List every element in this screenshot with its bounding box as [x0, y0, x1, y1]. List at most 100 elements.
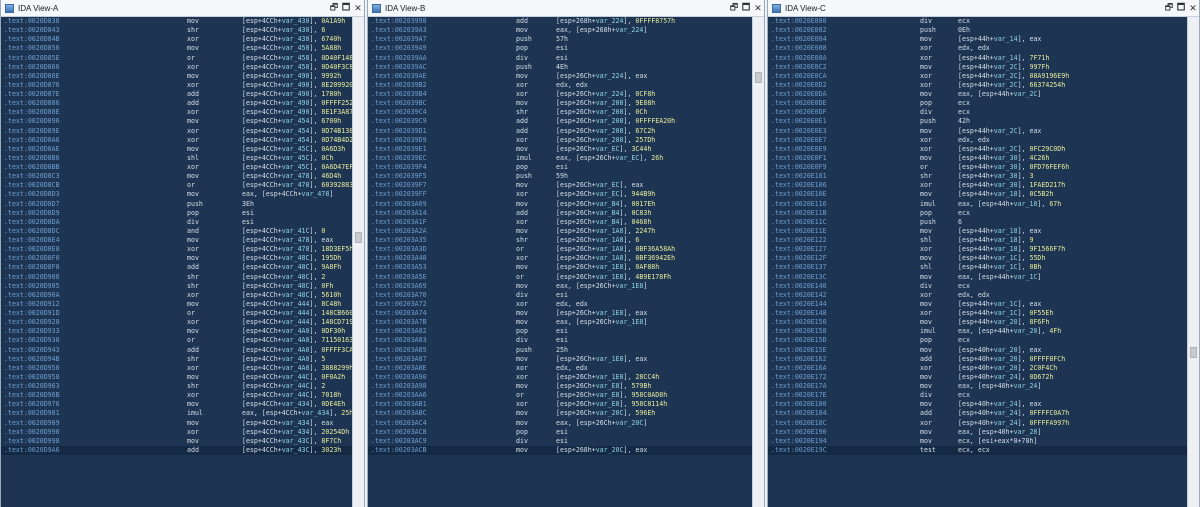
code-line[interactable]: .text:0020E0CA xor [esp+44h+var_2C], 08A91… — [768, 72, 1187, 81]
disassembly-listing[interactable]: .text:0020E080 div ecx .text:0020E082 push 0E… — [768, 17, 1187, 507]
code-line[interactable]: .text:0020D8D3 mov eax, [esp+4CCh+var_478] — [1, 190, 352, 199]
code-line[interactable]: .text:0020E0DF div ecx — [768, 108, 1187, 117]
code-line[interactable]: .text:0020D990 xor [esp+4CCh+var_434], 202… — [1, 428, 352, 437]
code-line[interactable]: .text:002039EC imul eax, [esp+26Ch+var_EC]… — [368, 154, 752, 163]
code-line[interactable]: .text:0020D838 mov [esp+4CCh+var_430], 0A1… — [1, 17, 352, 26]
code-line[interactable]: .text:0020D876 xor [esp+4CCh+var_490], 8E2… — [1, 81, 352, 90]
ida-view-b-pane[interactable]: IDA View-B 🗗 🗖 ✕ .text:00203998 add [esp+2… — [367, 0, 765, 507]
code-line[interactable]: .text:0020E137 shl [esp+44h+var_1C], 0Bh — [768, 263, 1187, 272]
code-line[interactable]: .text:0020D8C3 mov [esp+4CCh+var_478], 46D… — [1, 172, 352, 181]
code-line[interactable]: .text:0020D9A6 add [esp+4CCh+var_43C], 302… — [1, 445, 352, 455]
scrollbar-thumb[interactable] — [355, 232, 362, 243]
code-line[interactable]: .text:0020E12F mov [esp+44h+var_1C], 55Dh — [768, 254, 1187, 263]
code-line[interactable]: .text:002039F5 push 59h — [368, 172, 752, 181]
code-line[interactable]: .text:0020D90A xor [esp+4CCh+var_48C], 561… — [1, 291, 352, 300]
code-line[interactable]: .text:002039A3 mov eax, [esp+268h+var_224] — [368, 26, 752, 35]
code-line[interactable]: .text:00203AC8 pop esi — [368, 428, 752, 437]
ida-view-c-pane[interactable]: IDA View-C 🗗 🗖 ✕ .text:0020E080 div ecx .te… — [767, 0, 1200, 507]
code-line[interactable]: .text:0020D943 add [esp+4CCh+var_4A0], 0FF… — [1, 346, 352, 355]
code-line[interactable]: .text:002039E1 mov [esp+26Ch+var_EC], 3C44… — [368, 145, 752, 154]
code-line[interactable]: .text:0020D89E xor [esp+4CCh+var_454], 0D7… — [1, 127, 352, 136]
code-line[interactable]: .text:0020E19C test ecx, ecx — [768, 445, 1187, 455]
code-line[interactable]: .text:0020D94B shr [esp+4CCh+var_4A0], 5 — [1, 355, 352, 364]
code-line[interactable]: .text:00203A48 xor [esp+26Ch+var_1A8], 0BF… — [368, 254, 752, 263]
maximize-icon[interactable]: 🗖 — [340, 0, 352, 16]
code-line[interactable]: .text:0020E11B pop ecx — [768, 209, 1187, 218]
close-icon[interactable]: ✕ — [1187, 3, 1199, 14]
code-line[interactable]: .text:0020E082 push 0Eh — [768, 26, 1187, 35]
code-line[interactable]: .text:00203A90 xor [esp+26Ch+var_1E8], 28C… — [368, 373, 752, 382]
code-line[interactable]: .text:002039AC push 4Eh — [368, 63, 752, 72]
code-line[interactable]: .text:0020E080 div ecx — [768, 17, 1187, 26]
code-line[interactable]: .text:0020D8CB or [esp+4CCh+var_478], 6039… — [1, 181, 352, 190]
code-line[interactable]: .text:00203ACB mov [esp+268h+var_20C], eax — [368, 445, 752, 455]
code-line[interactable]: .text:0020E0DA mov eax, [esp+44h+var_2C] — [768, 90, 1187, 99]
code-line[interactable]: .text:002039BC mov [esp+26Ch+var_208], 9E8… — [368, 99, 752, 108]
code-line[interactable]: .text:0020E140 div ecx — [768, 282, 1187, 291]
code-line[interactable]: .text:00203AA6 or [esp+26Ch+var_E8], 958C0… — [368, 391, 752, 400]
code-line[interactable]: .text:0020E0D2 xor [esp+44h+var_2C], 66374… — [768, 81, 1187, 90]
code-line[interactable]: .text:00203A70 div esi — [368, 291, 752, 300]
code-line[interactable]: .text:0020D8D7 push 3Eh — [1, 200, 352, 209]
code-line[interactable]: .text:0020D963 shr [esp+4CCh+var_44C], 2 — [1, 382, 352, 391]
code-line[interactable]: .text:0020D856 mov [esp+4CCh+var_458], 5A8… — [1, 44, 352, 53]
code-line[interactable]: .text:00203A53 mov [esp+26Ch+var_1E8], 0AF… — [368, 263, 752, 272]
restore-icon[interactable]: 🗗 — [1163, 0, 1175, 16]
code-line[interactable]: .text:002039B4 xor [esp+26Ch+var_224], 0CF… — [368, 90, 752, 99]
code-line[interactable]: .text:0020D8D9 pop esi — [1, 209, 352, 218]
code-line[interactable]: .text:0020D8F0 mov [esp+4CCh+var_48C], 195… — [1, 254, 352, 263]
vertical-scrollbar[interactable] — [752, 17, 764, 507]
scrollbar-thumb[interactable] — [1190, 347, 1197, 358]
code-line[interactable]: .text:0020E194 mov ecx, [esi+eax*8+78h] — [768, 437, 1187, 446]
maximize-icon[interactable]: 🗖 — [740, 0, 752, 16]
code-line[interactable]: .text:0020E180 mov [esp+40h+var_24], eax — [768, 400, 1187, 409]
code-line[interactable]: .text:0020D91D or [esp+4CCh+var_444], 148C… — [1, 309, 352, 318]
code-line[interactable]: .text:0020E127 xor [esp+44h+var_18], 9F156… — [768, 245, 1187, 254]
code-line[interactable]: .text:0020E10E mov [esp+44h+var_18], 0C5B2… — [768, 190, 1187, 199]
code-line[interactable]: .text:0020E0C2 mov [esp+44h+var_2C], 997Fh — [768, 63, 1187, 72]
code-line[interactable]: .text:0020E15E mov [esp+40h+var_20], eax — [768, 346, 1187, 355]
code-line[interactable]: .text:0020D8B6 shl [esp+4CCh+var_45C], 0Ch — [1, 154, 352, 163]
code-line[interactable]: .text:002039A7 push 57h — [368, 35, 752, 44]
code-line[interactable]: .text:0020E11C push 6 — [768, 218, 1187, 227]
code-line[interactable]: .text:002039FF xor [esp+26Ch+var_EC], 944B… — [368, 190, 752, 199]
close-icon[interactable]: ✕ — [752, 3, 764, 14]
code-line[interactable]: .text:0020D998 mov [esp+4CCh+var_43C], 8F7… — [1, 437, 352, 446]
code-line[interactable]: .text:0020D96B xor [esp+4CCh+var_44C], 701… — [1, 391, 352, 400]
code-line[interactable]: .text:0020E0E3 mov [esp+44h+var_2C], eax — [768, 127, 1187, 136]
restore-icon[interactable]: 🗗 — [328, 0, 340, 16]
code-line[interactable]: .text:002039AA div esi — [368, 54, 752, 63]
code-line[interactable]: .text:0020D8E4 mov [esp+4CCh+var_478], eax — [1, 236, 352, 245]
code-line[interactable]: .text:0020E101 shr [esp+44h+var_30], 3 — [768, 172, 1187, 181]
code-line[interactable]: .text:0020E142 xor edx, edx — [768, 291, 1187, 300]
code-line[interactable]: .text:0020D900 shr [esp+4CCh+var_48C], 2 — [1, 273, 352, 282]
code-line[interactable]: .text:00203A5E or [esp+26Ch+var_1E8], 4B9E… — [368, 273, 752, 282]
code-line[interactable]: .text:0020D886 add [esp+4CCh+var_490], 0FF… — [1, 99, 352, 108]
code-line[interactable]: .text:00203998 add [esp+268h+var_224], 0FF… — [368, 17, 752, 26]
restore-icon[interactable]: 🗗 — [728, 0, 740, 16]
code-line[interactable]: .text:0020E144 mov [esp+44h+var_1C], eax — [768, 300, 1187, 309]
code-line[interactable]: .text:0020D8AE mov [esp+4CCh+var_45C], 0A6… — [1, 145, 352, 154]
code-line[interactable]: .text:0020D928 xor [esp+4CCh+var_444], 148… — [1, 318, 352, 327]
code-line[interactable]: .text:0020E150 mov [esp+44h+var_20], 8F6Fh — [768, 318, 1187, 327]
code-line[interactable]: .text:0020D86E mov [esp+4CCh+var_490], 999… — [1, 72, 352, 81]
code-line[interactable]: .text:0020D950 xor [esp+4CCh+var_4A0], 388… — [1, 364, 352, 373]
code-line[interactable]: .text:0020E0F1 mov [esp+44h+var_30], 4C26h — [768, 154, 1187, 163]
code-line[interactable]: .text:0020E088 xor edx, edx — [768, 44, 1187, 53]
code-line[interactable]: .text:0020D981 imul eax, [esp+4CCh+var_434… — [1, 409, 352, 418]
code-line[interactable]: .text:00203A83 div esi — [368, 336, 752, 345]
code-line[interactable]: .text:002039C9 add [esp+26Ch+var_208], 0FF… — [368, 117, 752, 126]
ida-view-b-titlebar[interactable]: IDA View-B 🗗 🗖 ✕ — [368, 0, 764, 17]
code-line[interactable]: .text:00203A69 mov eax, [esp+26Ch+var_1E8] — [368, 282, 752, 291]
code-line[interactable]: .text:0020D905 shr [esp+4CCh+var_48C], 0Fh — [1, 282, 352, 291]
close-icon[interactable]: ✕ — [352, 3, 364, 14]
code-line[interactable]: .text:002039A9 pop esi — [368, 44, 752, 53]
code-line[interactable]: .text:002039F7 mov [esp+26Ch+var_EC], eax — [368, 181, 752, 190]
code-line[interactable]: .text:0020D933 mov [esp+4CCh+var_4A0], 0DF… — [1, 327, 352, 336]
code-line[interactable]: .text:00203A3D or [esp+26Ch+var_1A8], 0BF3… — [368, 245, 752, 254]
code-line[interactable]: .text:0020D989 mov [esp+4CCh+var_434], eax — [1, 419, 352, 428]
code-line[interactable]: .text:002039D1 add [esp+26Ch+var_208], 67C… — [368, 127, 752, 136]
code-line[interactable]: .text:00203AB1 xor [esp+26Ch+var_E8], 958C… — [368, 400, 752, 409]
scrollbar-thumb[interactable] — [755, 72, 762, 83]
code-line[interactable]: .text:0020E0E9 xor [esp+44h+var_2C], 0FC29… — [768, 145, 1187, 154]
